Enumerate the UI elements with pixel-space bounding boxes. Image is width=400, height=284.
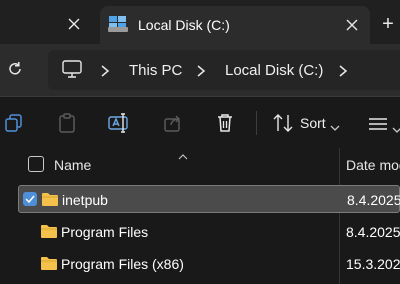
file-date: 15.3.2025 [346, 256, 400, 272]
address-bar[interactable]: This PC Local Disk (C:) [48, 50, 400, 90]
file-name: Program Files (x86) [61, 256, 184, 272]
tab-close-icon[interactable] [340, 14, 364, 36]
paste-icon[interactable] [55, 111, 79, 135]
chevron-right-icon[interactable] [99, 64, 111, 78]
chevron-right-icon[interactable] [337, 64, 349, 78]
new-tab-button[interactable]: + [376, 12, 400, 36]
file-row-program-files-x86[interactable]: Program Files (x86) 15.3.2025 [18, 250, 400, 278]
column-header-date[interactable]: Date mod [346, 157, 400, 173]
chevron-right-icon[interactable] [195, 64, 207, 78]
column-header-name[interactable]: Name [54, 157, 91, 173]
share-icon[interactable] [161, 111, 185, 135]
chevron-down-icon [330, 119, 340, 131]
file-name: inetpub [62, 192, 108, 208]
copy-icon[interactable] [2, 111, 26, 135]
file-row-inetpub[interactable]: inetpub 8.4.2025 [18, 185, 400, 213]
address-row: This PC Local Disk (C:) [0, 44, 400, 96]
file-date: 8.4.2025 [346, 224, 400, 240]
folder-icon [41, 192, 59, 207]
drive-icon [108, 14, 128, 32]
file-name: Program Files [61, 224, 149, 240]
refresh-icon[interactable] [4, 58, 26, 80]
file-row-program-files[interactable]: Program Files 8.4.2025 [18, 218, 400, 246]
folder-icon [40, 256, 58, 271]
folder-icon [40, 224, 58, 239]
sort-label: Sort [300, 115, 326, 131]
chevron-down-icon[interactable] [392, 121, 400, 133]
tab-strip: Local Disk (C:) + [0, 0, 400, 44]
delete-icon[interactable] [213, 111, 237, 135]
rename-icon[interactable] [107, 111, 131, 135]
sort-caret-icon [178, 147, 188, 160]
breadcrumb-local-disk[interactable]: Local Disk (C:) [225, 62, 323, 79]
select-all-checkbox[interactable] [28, 156, 44, 172]
tab-local-disk[interactable]: Local Disk (C:) [100, 6, 370, 44]
file-date: 8.4.2025 [347, 192, 400, 208]
close-icon[interactable] [62, 12, 86, 36]
toolbar-separator [256, 111, 257, 135]
view-icon[interactable] [368, 115, 388, 133]
tab-title: Local Disk (C:) [138, 17, 230, 33]
breadcrumb-this-pc[interactable]: This PC [129, 62, 182, 79]
monitor-icon[interactable] [62, 60, 82, 78]
row-checkbox[interactable] [23, 192, 37, 206]
sort-icon [272, 113, 293, 133]
command-bar: Sort [0, 97, 400, 149]
